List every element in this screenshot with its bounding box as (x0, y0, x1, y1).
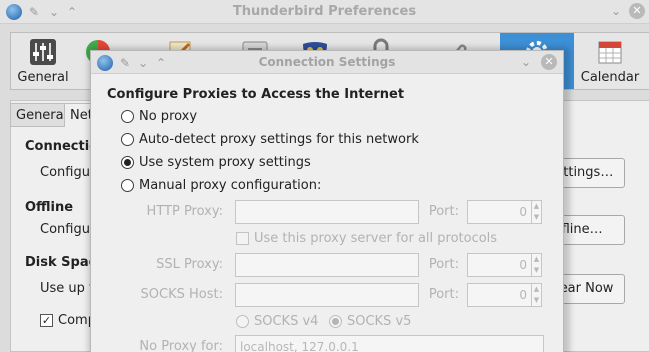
no-proxy-label: No Proxy for: (139, 339, 223, 352)
ssl-proxy-label: SSL Proxy: (156, 257, 223, 272)
http-proxy-label: HTTP Proxy: (146, 204, 223, 219)
spin-up-icon[interactable]: ▲ (532, 284, 541, 295)
radio-no-proxy[interactable]: No proxy (121, 107, 197, 125)
ssl-port-spinner[interactable]: ▲ ▼ (531, 253, 542, 277)
radio-button[interactable] (121, 155, 134, 169)
minimize-icon[interactable]: ⌄ (609, 3, 623, 19)
pane-general[interactable]: General (13, 33, 73, 89)
radio-manual-proxy[interactable]: Manual proxy configuration: (121, 176, 321, 194)
spin-down-icon[interactable]: ▼ (532, 265, 541, 276)
radio-socks-v4[interactable]: SOCKS v4 (236, 312, 318, 330)
radio-system-proxy[interactable]: Use system proxy settings (121, 153, 311, 171)
close-icon[interactable]: ✕ (629, 3, 645, 19)
preferences-titlebar: ✎ ⌄ ⌃ Thunderbird Preferences ⌄ ✕ (0, 0, 649, 24)
http-port-spinner[interactable]: ▲ ▼ (531, 200, 542, 224)
radio-label: Manual proxy configuration: (139, 177, 322, 193)
proxy-heading: Configure Proxies to Access the Internet (107, 87, 405, 102)
spin-up-icon[interactable]: ▲ (532, 254, 541, 265)
dialog-titlebar: ✎ ⌄ ⌃ Connection Settings ⌄ ✕ (91, 51, 563, 74)
ssl-port-input[interactable]: 0 (467, 253, 532, 277)
minimize-icon[interactable]: ⌄ (519, 54, 533, 70)
close-icon[interactable]: ✕ (541, 54, 557, 70)
disk-space-description: Use up t (40, 281, 95, 296)
radio-label: Use system proxy settings (139, 154, 311, 170)
ssl-port-label: Port: (428, 257, 459, 272)
socks-port-input[interactable]: 0 (467, 283, 532, 307)
use-same-proxy-label: Use this proxy server for all protocols (254, 231, 498, 246)
spin-up-icon[interactable]: ▲ (532, 201, 541, 212)
socks-host-input[interactable] (235, 283, 419, 307)
switches-icon (30, 39, 56, 65)
spin-down-icon[interactable]: ▼ (532, 212, 541, 223)
use-same-proxy-checkbox[interactable] (236, 232, 249, 245)
radio-button[interactable] (121, 178, 134, 192)
socks-port-spinner[interactable]: ▲ ▼ (531, 283, 542, 307)
radio-label: SOCKS v4 (254, 313, 319, 329)
window-title: Thunderbird Preferences (232, 4, 417, 19)
radio-label: No proxy (139, 108, 198, 124)
http-port-input[interactable]: 0 (467, 200, 532, 224)
http-proxy-input[interactable] (235, 200, 419, 224)
ssl-proxy-input[interactable] (235, 253, 419, 277)
http-port-label: Port: (428, 204, 459, 219)
radio-button[interactable] (121, 109, 134, 123)
radio-button[interactable] (121, 132, 134, 146)
radio-button[interactable] (329, 314, 342, 328)
subtab-general[interactable]: General (10, 103, 67, 127)
radio-socks-v5[interactable]: SOCKS v5 (329, 312, 411, 330)
pane-label: Calendar (580, 70, 640, 85)
radio-label: Auto-detect proxy settings for this netw… (139, 131, 419, 147)
connection-settings-dialog: ✎ ⌄ ⌃ Connection Settings ⌄ ✕ Configure … (90, 50, 564, 352)
pane-calendar[interactable]: Calendar (579, 33, 641, 89)
section-offline-title: Offline (25, 200, 74, 215)
pane-label: General (17, 70, 69, 85)
socks-host-label: SOCKS Host: (140, 287, 223, 302)
radio-button[interactable] (236, 314, 249, 328)
radio-auto-detect[interactable]: Auto-detect proxy settings for this netw… (121, 130, 419, 148)
radio-label: SOCKS v5 (347, 313, 412, 329)
socks-port-label: Port: (428, 287, 459, 302)
no-proxy-input[interactable]: localhost, 127.0.0.1 (235, 335, 544, 352)
compact-checkbox[interactable]: ✓ (40, 314, 53, 327)
spin-down-icon[interactable]: ▼ (532, 295, 541, 306)
dialog-title: Connection Settings (258, 55, 396, 69)
calendar-icon (598, 41, 622, 64)
